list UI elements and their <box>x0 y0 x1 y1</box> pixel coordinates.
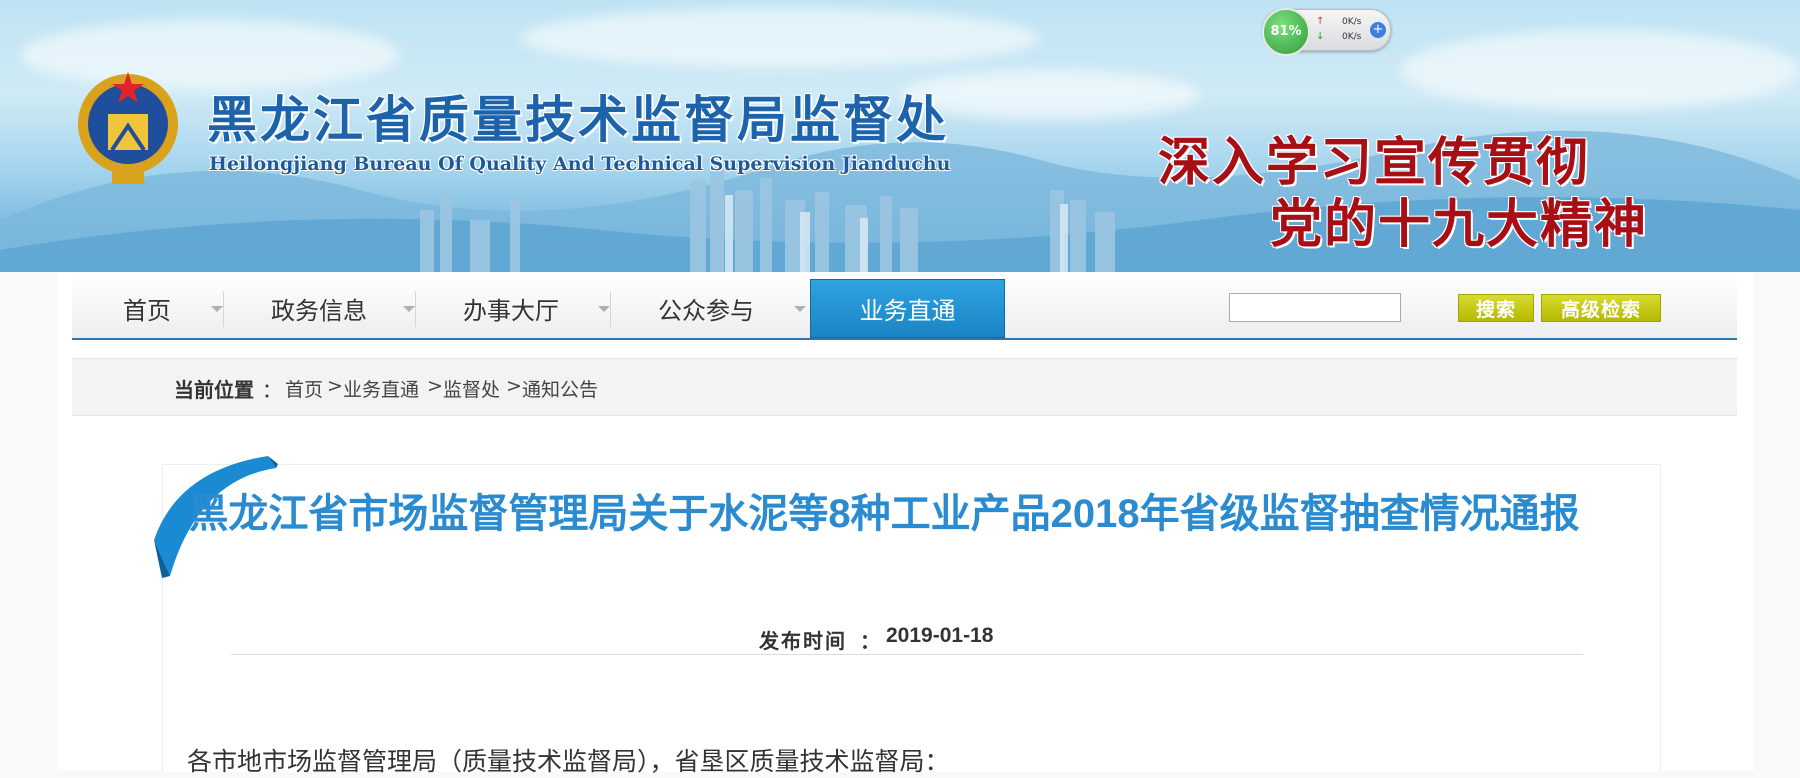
breadcrumb-separator: > <box>506 375 522 397</box>
network-speed-widget[interactable]: 81% ↑ ↓ 0K/s 0K/s + <box>1262 8 1391 56</box>
upload-rate: 0K/s <box>1342 17 1362 27</box>
chevron-down-icon <box>794 306 806 312</box>
chevron-down-icon <box>403 306 415 312</box>
nav-item-business-direct[interactable]: 业务直通 <box>810 279 1005 338</box>
search-button[interactable]: 搜索 <box>1458 294 1534 322</box>
usage-percent: 81% <box>1262 8 1310 56</box>
download-rate: 0K/s <box>1342 32 1362 42</box>
breadcrumb-link-home[interactable]: 首页 <box>285 375 323 402</box>
chevron-down-icon <box>211 306 223 312</box>
breadcrumb-colon: ： <box>262 378 282 402</box>
slogan-line-2: 党的十九大精神 <box>1270 194 1649 255</box>
breadcrumb-separator: > <box>327 375 343 397</box>
divider <box>231 654 1583 655</box>
search-input[interactable] <box>1229 293 1401 322</box>
upload-arrow-icon: ↑ <box>1316 16 1325 27</box>
national-emblem-logo <box>78 72 178 184</box>
chevron-down-icon <box>598 306 610 312</box>
breadcrumb-link-supervision[interactable]: 监督处 <box>443 375 500 402</box>
download-arrow-icon: ↓ <box>1316 31 1325 42</box>
breadcrumb-link-notices[interactable]: 通知公告 <box>522 375 598 402</box>
article-title: 黑龙江省市场监督管理局关于水泥等8种工业产品2018年省级监督抽查情况通报 <box>188 492 1580 536</box>
article-salutation: 各市地市场监督管理局（质量技术监督局），省垦区质量技术监督局： <box>187 747 950 776</box>
nav-item-home[interactable]: 首页 <box>72 279 222 338</box>
plus-icon[interactable]: + <box>1370 22 1386 38</box>
publish-time-colon: ： <box>860 629 880 653</box>
breadcrumb-link-business[interactable]: 业务直通 <box>343 375 419 402</box>
site-title: 黑龙江省质量技术监督局监督处 <box>207 90 949 149</box>
publish-time-label: 发布时间 <box>759 629 847 653</box>
advanced-search-button[interactable]: 高级检索 <box>1541 294 1661 322</box>
breadcrumb-separator: > <box>427 375 443 397</box>
site-title-english: Heilongjiang Bureau Of Quality And Techn… <box>209 153 951 175</box>
header-banner: 黑龙江省质量技术监督局监督处 Heilongjiang Bureau Of Qu… <box>0 0 1800 272</box>
nav-item-public-participation[interactable]: 公众参与 <box>611 279 801 338</box>
nav-item-service-hall[interactable]: 办事大厅 <box>416 279 606 338</box>
nav-item-government-info[interactable]: 政务信息 <box>224 279 414 338</box>
publish-date: 2019-01-18 <box>886 624 994 647</box>
breadcrumb-label: 当前位置 <box>174 378 254 402</box>
